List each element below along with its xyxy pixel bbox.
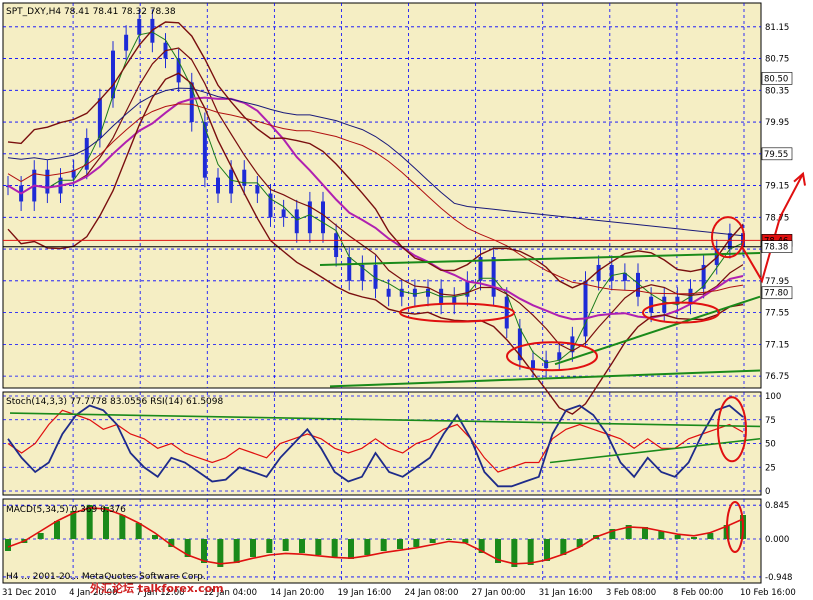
macd-histogram-bar (135, 523, 142, 539)
candle-body (321, 201, 325, 234)
candle-body (45, 169, 50, 194)
y-tick-label: 76.75 (765, 372, 789, 382)
candle-body (347, 257, 352, 281)
y-tick-label: 77.95 (765, 277, 789, 287)
x-tick-label: 3 Feb 08:00 (606, 588, 656, 598)
price-label: 80.50 (764, 74, 788, 84)
stoch-tick-label: 0 (765, 487, 770, 497)
candle-body (426, 288, 430, 297)
macd-histogram-bar (691, 537, 697, 539)
y-tick-label: 77.15 (765, 340, 789, 350)
macd-tick-label: 0.845 (765, 501, 789, 511)
price-label: 79.55 (764, 150, 788, 160)
x-tick-label: 24 Jan 08:00 (405, 588, 459, 598)
macd-histogram-bar (364, 539, 371, 555)
candle-body (531, 360, 535, 369)
candle-body (281, 209, 286, 218)
macd-histogram-bar (299, 539, 305, 553)
stoch-tick-label: 50 (765, 440, 776, 450)
stoch-tick-label: 75 (765, 416, 776, 426)
candle-body (491, 257, 496, 297)
macd-histogram-bar (250, 539, 256, 557)
macd-histogram-bar (429, 539, 436, 543)
candle-body (294, 209, 299, 234)
chart-svg: 81.1580.7580.3579.9579.5579.1578.7578.35… (0, 0, 813, 600)
macd-histogram-bar (282, 539, 289, 551)
macd-histogram-bar (233, 539, 240, 563)
y-tick-label: 79.15 (765, 182, 789, 192)
macd-histogram-bar (527, 539, 534, 565)
macd-tick-label: -0.948 (765, 573, 792, 583)
x-tick-label: 8 Feb 00:00 (673, 588, 723, 598)
macd-histogram-bar (266, 539, 273, 553)
candle-body (124, 34, 129, 51)
macd-tick-label: 0.000 (765, 535, 789, 545)
x-tick-label: 27 Jan 00:00 (472, 588, 526, 598)
macd-histogram-bar (446, 539, 452, 540)
macd-histogram-bar (5, 539, 11, 551)
macd-histogram-bar (331, 539, 338, 557)
x-tick-label: 10 Feb 16:00 (740, 588, 796, 598)
y-tick-label: 78.75 (765, 213, 789, 223)
candle-body (255, 185, 260, 194)
x-tick-label: 14 Jan 20:00 (270, 588, 324, 598)
candle-body (229, 169, 234, 194)
y-tick-label: 79.95 (765, 118, 789, 128)
macd-histogram-bar (380, 539, 387, 551)
macd-histogram-bar (54, 521, 60, 539)
y-tick-label: 80.75 (765, 55, 789, 65)
candle-body (412, 288, 417, 297)
macd-histogram-bar (674, 535, 681, 539)
macd-histogram-bar (348, 539, 354, 559)
macd-histogram-bar (413, 539, 420, 547)
panel-frame-1 (2, 2, 762, 389)
price-label: 77.80 (764, 289, 788, 299)
candle-body (583, 280, 588, 337)
y-tick-label: 77.55 (765, 309, 789, 319)
price-panel-title: SPT_DXY,H4 78.41 78.41 78.32 78.38 (6, 7, 176, 17)
candle-body (649, 296, 654, 313)
macd-histogram-bar (152, 535, 158, 539)
candle-body (609, 264, 614, 281)
macd-histogram-bar (119, 515, 126, 539)
macd-histogram-bar (315, 539, 322, 555)
candle-body (386, 288, 391, 297)
y-tick-label: 81.15 (765, 23, 789, 33)
stoch-tick-label: 100 (765, 392, 781, 402)
candle-body (334, 233, 339, 258)
copyright-text: H4 ... 2001-20... MetaQuotes Software Co… (6, 572, 206, 582)
y-tick-label: 80.35 (765, 86, 789, 96)
stoch-panel-title: Stoch(14,3,3) 77.7778 83.0556 RSI(14) 61… (6, 397, 224, 407)
macd-histogram-bar (70, 511, 77, 539)
candle-body (216, 177, 220, 194)
x-tick-label: 31 Dec 2010 (2, 588, 56, 598)
candle-body (504, 296, 509, 329)
stoch-tick-label: 25 (765, 463, 776, 473)
macd-panel-title: MACD(5,34,5) 0.369 0.376 (6, 505, 126, 515)
x-tick-label: 19 Jan 16:00 (337, 588, 391, 598)
macd-histogram-bar (707, 533, 714, 539)
macd-histogram-bar (397, 539, 403, 549)
candle-body (596, 264, 601, 281)
price-label: 78.38 (764, 243, 788, 253)
macd-histogram-bar (544, 539, 550, 561)
watermark: 外汇论坛 talkforex.com (89, 581, 224, 595)
macd-histogram-bar (37, 533, 44, 539)
candle-body (137, 18, 142, 35)
x-tick-label: 31 Jan 16:00 (539, 588, 593, 598)
